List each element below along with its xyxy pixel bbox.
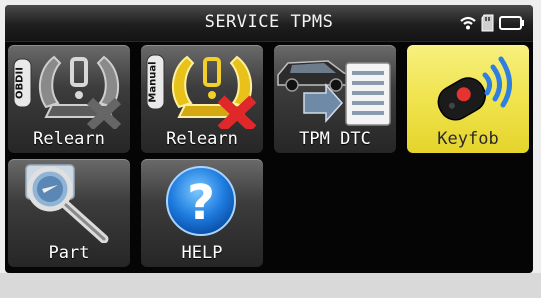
part-label: Part (48, 243, 90, 263)
keyfob-label: Keyfob (437, 129, 499, 149)
obdii-relearn-tile[interactable]: OBDII Relearn (8, 45, 130, 153)
tpm-dtc-tile[interactable]: TPM DTC (274, 45, 396, 153)
car-dtc-icon (277, 60, 391, 126)
device-bottom-edge (0, 273, 541, 298)
obdii-relearn-label: Relearn (33, 129, 105, 149)
keyfob-tile[interactable]: Keyfob (407, 45, 529, 153)
manual-relearn-label: Relearn (166, 129, 238, 149)
tpms-screen: SERVICE TPMS OBDII Relearn Manual Relear… (5, 5, 533, 273)
obdii-badge: OBDII (15, 67, 26, 99)
part-tile[interactable]: Part (8, 159, 130, 267)
page-title: SERVICE TPMS (204, 12, 334, 32)
title-bar: SERVICE TPMS (5, 5, 533, 42)
svg-text:?: ? (187, 175, 215, 231)
help-icon: ? (166, 166, 236, 236)
help-tile[interactable]: ? HELP (141, 159, 263, 267)
status-icons (459, 13, 525, 33)
tire-obd-icon: OBDII (13, 55, 122, 129)
wifi-icon (460, 16, 476, 30)
manual-badge: Manual (148, 61, 159, 102)
device-frame: SERVICE TPMS OBDII Relearn Manual Relear… (0, 0, 541, 298)
battery-icon (499, 16, 524, 30)
tire-manual-icon: Manual (146, 54, 257, 129)
manual-relearn-tile[interactable]: Manual Relearn (141, 45, 263, 153)
help-label: HELP (181, 243, 223, 263)
sd-card-icon (481, 14, 494, 32)
keyfob-icon (437, 56, 512, 121)
magnifier-icon (25, 164, 109, 243)
tpm-dtc-label: TPM DTC (299, 129, 371, 149)
